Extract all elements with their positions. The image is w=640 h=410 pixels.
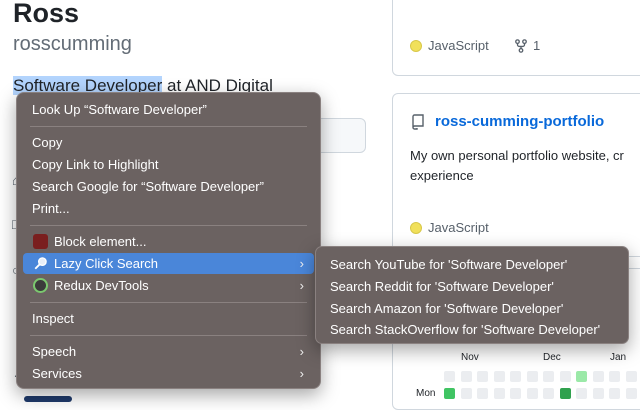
menu-item-copy-link-to-highlight[interactable]: Copy Link to Highlight: [23, 154, 314, 175]
menu-separator: [30, 225, 307, 226]
menu-item-lazy-click-search[interactable]: Lazy Click Search ›: [23, 253, 314, 274]
repo-language: JavaScript: [410, 38, 489, 53]
repo-language-label: JavaScript: [428, 38, 489, 53]
contribution-cell[interactable]: [592, 388, 604, 399]
menu-item-look-up[interactable]: Look Up “Software Developer”: [23, 99, 314, 120]
menu-item-inspect[interactable]: Inspect: [23, 308, 314, 329]
menu-item-copy[interactable]: Copy: [23, 132, 314, 153]
contribution-cell[interactable]: [609, 371, 620, 382]
achievement-badge[interactable]: [24, 396, 72, 402]
contribution-cell[interactable]: [543, 388, 554, 399]
menu-item-search-google[interactable]: Search Google for “Software Developer”: [23, 176, 314, 197]
month-label: Nov: [461, 352, 479, 363]
contribution-cell[interactable]: [477, 371, 488, 382]
submenu-item-search-reddit[interactable]: Search Reddit for 'Software Developer': [330, 279, 554, 294]
fork-count: 1: [533, 38, 541, 53]
fork-icon: [515, 38, 527, 53]
menu-item-label: Search Google for “Software Developer”: [32, 179, 264, 194]
menu-item-label: Block element...: [54, 234, 147, 249]
repo-name-link[interactable]: ross-cumming-portfolio: [435, 113, 604, 130]
repo-language: JavaScript: [410, 220, 489, 235]
menu-item-label: Redux DevTools: [54, 278, 149, 293]
contribution-cell[interactable]: [576, 388, 587, 399]
ublock-icon: [33, 234, 48, 249]
javascript-dot-icon: [410, 39, 422, 52]
contribution-cell[interactable]: [493, 388, 505, 399]
menu-item-label: Copy Link to Highlight: [32, 157, 159, 172]
repo-description-line: experience: [410, 168, 474, 183]
month-label: Dec: [543, 352, 561, 363]
contribution-cell[interactable]: [543, 371, 554, 382]
profile-login: rosscumming: [13, 33, 132, 55]
repo-description-line: My own personal portfolio website, cr: [410, 148, 624, 163]
contribution-cell[interactable]: [460, 388, 472, 399]
menu-separator: [30, 335, 307, 336]
menu-item-label: Speech: [32, 344, 77, 359]
menu-item-label: Inspect: [32, 311, 74, 326]
contribution-cell[interactable]: [576, 371, 587, 382]
contribution-cell[interactable]: [609, 388, 620, 399]
magnifier-icon: [34, 257, 47, 270]
contribution-cell[interactable]: [510, 388, 521, 399]
contribution-cell[interactable]: [460, 371, 472, 382]
repo-title: ross-cumming-portfolio: [410, 113, 604, 130]
menu-item-services[interactable]: Services ›: [23, 363, 314, 384]
javascript-dot-icon: [410, 221, 422, 234]
submenu-item-search-youtube[interactable]: Search YouTube for 'Software Developer': [330, 257, 567, 272]
contribution-cell[interactable]: [526, 388, 538, 399]
day-label: Mon: [416, 388, 436, 399]
menu-item-label: Lazy Click Search: [54, 256, 159, 271]
submenu-item-search-amazon[interactable]: Search Amazon for 'Software Developer': [330, 301, 563, 316]
contribution-cell[interactable]: [493, 371, 505, 382]
menu-item-label: Services: [32, 366, 82, 381]
profile-name: Ross: [13, 0, 80, 28]
menu-item-speech[interactable]: Speech ›: [23, 341, 314, 362]
repo-forks[interactable]: 1: [514, 38, 540, 53]
contribution-cell[interactable]: [592, 371, 604, 382]
menu-separator: [30, 126, 307, 127]
contribution-cell[interactable]: [526, 371, 538, 382]
repo-description: My own personal portfolio website, cr ex…: [410, 146, 638, 186]
contribution-cell[interactable]: [625, 388, 637, 399]
menu-item-block-element[interactable]: Block element...: [23, 231, 314, 252]
redux-icon: [33, 278, 48, 293]
context-menu: Look Up “Software Developer” Copy Copy L…: [16, 92, 321, 389]
menu-item-label: Look Up “Software Developer”: [32, 102, 207, 117]
contribution-cell[interactable]: [559, 388, 571, 399]
contribution-cell[interactable]: [625, 371, 637, 382]
contribution-cell[interactable]: [477, 388, 488, 399]
repo-icon: [412, 113, 424, 130]
chevron-right-icon: ›: [299, 256, 304, 271]
chevron-right-icon: ›: [299, 366, 304, 381]
menu-item-label: Copy: [32, 135, 63, 150]
month-label: Jan: [610, 352, 627, 363]
contribution-cell[interactable]: [510, 371, 521, 382]
submenu-item-search-stackoverflow[interactable]: Search StackOverflow for 'Software Devel…: [330, 322, 600, 337]
lazy-click-search-submenu: Search YouTube for 'Software Developer' …: [315, 246, 629, 344]
contribution-cell[interactable]: [559, 371, 571, 382]
repo-language-label: JavaScript: [428, 220, 489, 235]
chevron-right-icon: ›: [299, 278, 304, 293]
chevron-right-icon: ›: [299, 344, 304, 359]
contribution-cell[interactable]: [444, 388, 455, 399]
menu-separator: [30, 302, 307, 303]
contribution-cell[interactable]: [444, 371, 455, 382]
menu-item-redux-devtools[interactable]: Redux DevTools ›: [23, 275, 314, 296]
menu-item-label: Print...: [32, 201, 70, 216]
menu-item-print[interactable]: Print...: [23, 198, 314, 219]
